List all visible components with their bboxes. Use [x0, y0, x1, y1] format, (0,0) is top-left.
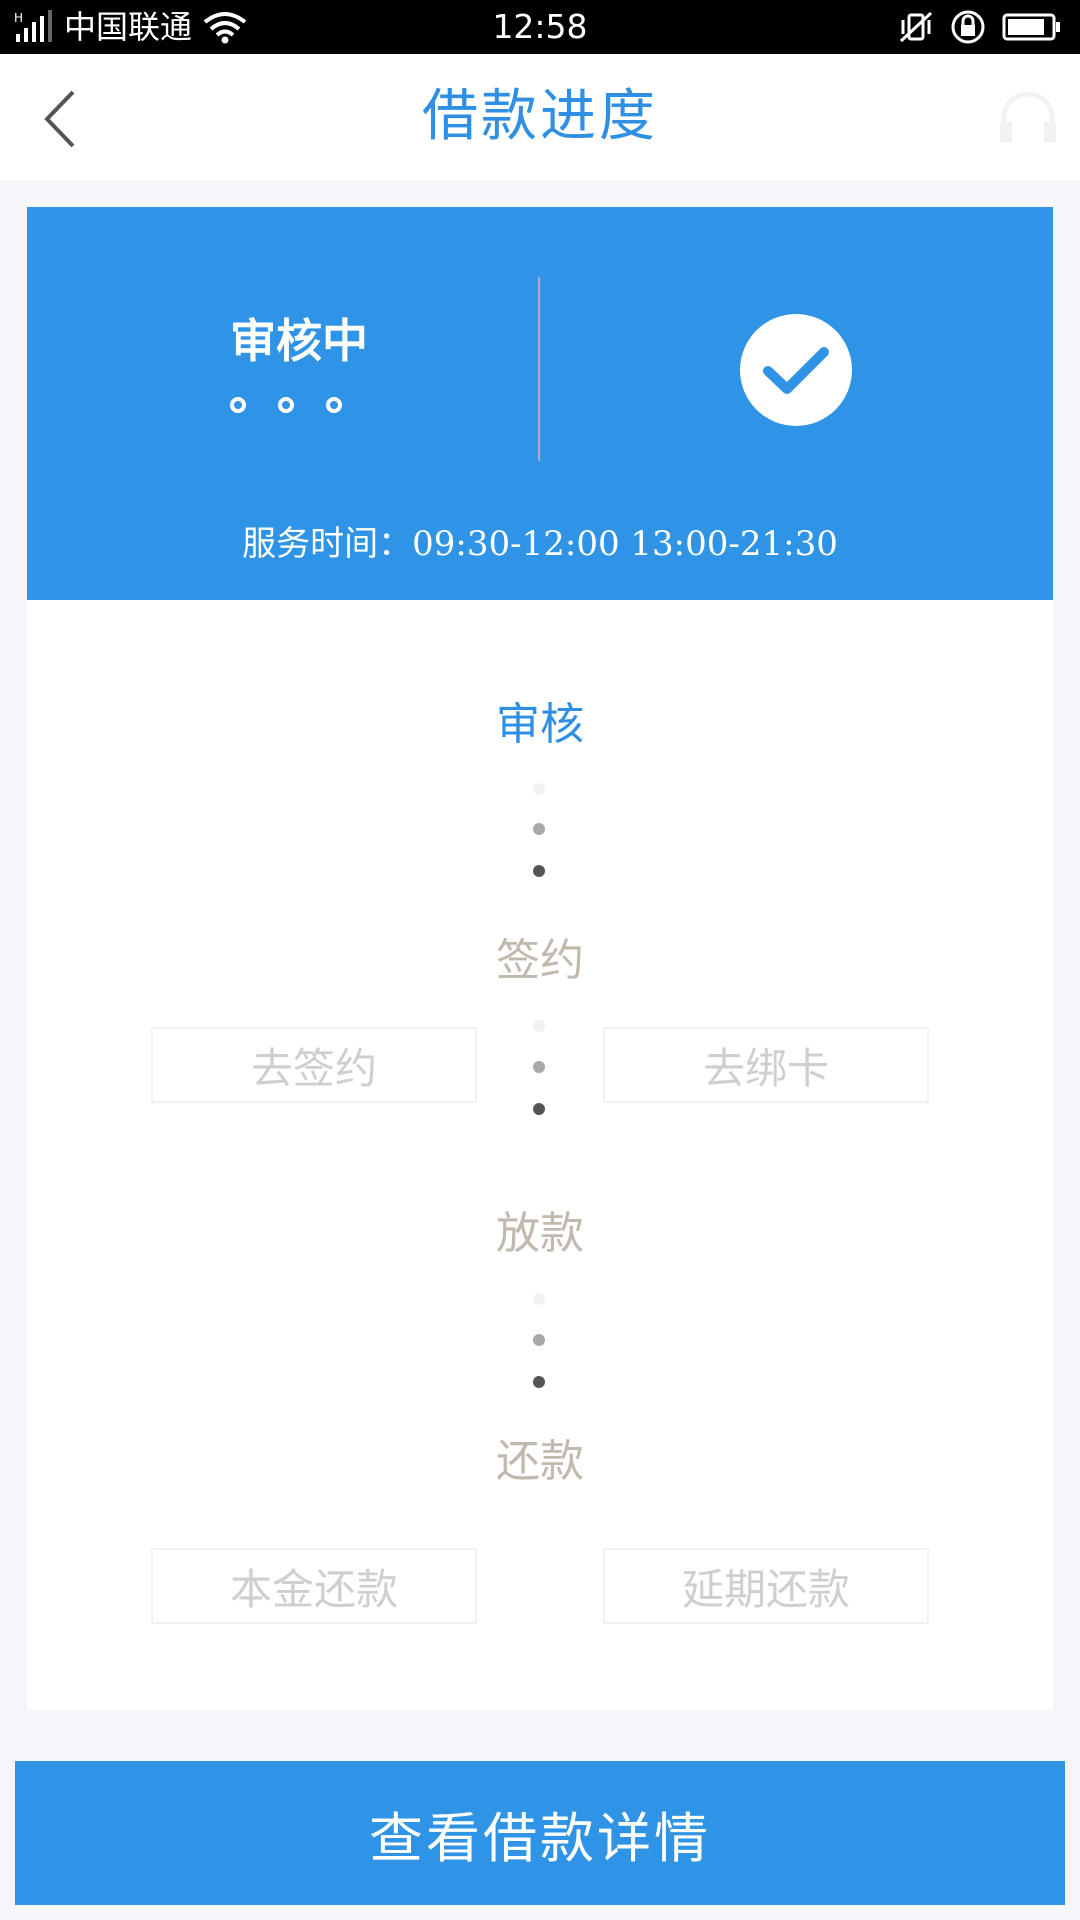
status-right	[898, 0, 1062, 54]
service-time: 服务时间：09:30-12:00 13:00-21:30	[242, 524, 838, 564]
view-loan-details-button[interactable]: 查看借款详情	[15, 1761, 1065, 1905]
check-badge	[740, 314, 852, 426]
battery-icon	[1002, 13, 1060, 41]
connector-dot	[533, 1334, 545, 1346]
connector-dot	[533, 865, 545, 877]
checkmark-icon	[763, 347, 829, 394]
vibrate-mute-icon	[899, 11, 933, 43]
connector-dot	[533, 1020, 545, 1032]
page-title: 借款进度	[422, 84, 658, 149]
card-divider	[538, 277, 540, 461]
go-bind-card-button[interactable]: 去绑卡	[603, 1027, 929, 1103]
headset-icon[interactable]	[996, 88, 1060, 148]
connector-dot	[533, 1103, 545, 1115]
connector-dot	[533, 1061, 545, 1073]
nav-bar: 借款进度	[0, 54, 1080, 180]
step-sign: 签约	[496, 935, 584, 986]
connector-dot	[533, 783, 545, 795]
step-repay: 还款	[496, 1436, 584, 1487]
loading-dots	[230, 397, 342, 413]
loading-dot	[326, 397, 342, 413]
loading-dot	[278, 397, 294, 413]
step-disburse: 放款	[496, 1208, 584, 1259]
go-sign-button[interactable]: 去签约	[151, 1027, 477, 1103]
loading-dot	[230, 397, 246, 413]
status-bar: H 中国联通 12:58	[0, 0, 1080, 54]
status-label: 审核中	[230, 314, 368, 368]
connector-dot	[533, 1293, 545, 1305]
connector-dot	[533, 823, 545, 835]
status-card: 审核中 服务时间：09:30-12:00 13:00-21:30	[27, 207, 1053, 600]
principal-repay-button[interactable]: 本金还款	[151, 1548, 477, 1624]
extend-repay-button[interactable]: 延期还款	[603, 1548, 929, 1624]
connector-dot	[533, 1376, 545, 1388]
rotation-lock-icon	[951, 10, 985, 44]
progress-panel: 审核 签约 去签约 去绑卡 放款 还款 本金还款 延期还款	[27, 600, 1053, 1710]
step-review: 审核	[496, 699, 584, 750]
